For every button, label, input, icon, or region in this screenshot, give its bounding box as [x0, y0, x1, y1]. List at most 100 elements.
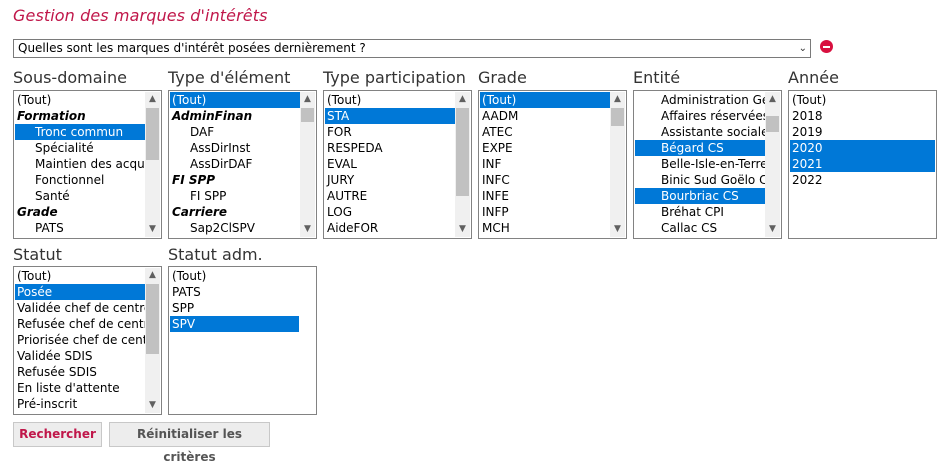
scrollbar[interactable]: ▲ ▼ [610, 92, 625, 237]
scroll-thumb[interactable] [456, 108, 469, 196]
list-option[interactable]: JURY [325, 172, 455, 188]
scrollbar[interactable]: ▲ ▼ [765, 92, 780, 237]
reset-button[interactable]: Réinitialiser les critères [109, 422, 270, 464]
list-option[interactable]: SPV [170, 316, 299, 332]
list-option[interactable]: En liste d'attente [15, 380, 145, 396]
scroll-thumb[interactable] [146, 284, 159, 354]
list-option[interactable]: Assistante sociale [635, 124, 765, 140]
list-option[interactable]: Binic Sud Goëlo CS [635, 172, 765, 188]
list-option[interactable]: INFE [480, 188, 610, 204]
list-option[interactable]: FOR [325, 124, 455, 140]
list-option[interactable]: (Tout) [170, 268, 299, 284]
sous-domaine-list[interactable]: (Tout) Formation Tronc commun Spécialité Mai… [13, 90, 162, 239]
list-option[interactable]: 2019 [790, 124, 935, 140]
list-option[interactable]: SPP [170, 300, 299, 316]
list-option[interactable]: Tronc commun [15, 124, 145, 140]
scroll-up-icon[interactable]: ▲ [145, 92, 160, 107]
list-option[interactable]: AideFOR [325, 220, 455, 236]
list-option[interactable]: Validée SDIS [15, 348, 145, 364]
list-option[interactable]: EXPE [480, 140, 610, 156]
list-option[interactable]: Posée [15, 284, 145, 300]
list-option[interactable]: 2020 [790, 140, 935, 156]
list-option[interactable]: Grade [15, 204, 145, 220]
list-option[interactable]: INFC [480, 172, 610, 188]
list-option[interactable]: PATS [15, 220, 145, 236]
scrollbar[interactable]: ▲ ▼ [145, 268, 160, 413]
search-button[interactable]: Rechercher [13, 422, 102, 447]
list-option[interactable]: AssDirInst [170, 140, 300, 156]
question-select[interactable]: Quelles sont les marques d'intérêt posée… [13, 39, 811, 58]
scroll-down-icon[interactable]: ▼ [300, 222, 315, 237]
list-option[interactable]: Callac CS [635, 220, 765, 236]
clear-question-icon[interactable] [820, 40, 833, 53]
scroll-up-icon[interactable]: ▲ [455, 92, 470, 107]
scroll-thumb[interactable] [611, 108, 624, 126]
list-option[interactable]: Pré-inscrit [15, 396, 145, 412]
list-option[interactable]: Validée chef de centre [15, 300, 145, 316]
list-option[interactable]: Refusée chef de centre [15, 316, 145, 332]
list-option[interactable]: Bégard CS [635, 140, 765, 156]
type-participation-list[interactable]: (Tout) STA FOR RESPEDA EVAL JURY AUTRE LOG AideF… [323, 90, 472, 239]
scrollbar[interactable]: ▲ ▼ [455, 92, 470, 237]
scroll-thumb[interactable] [766, 116, 779, 132]
scroll-down-icon[interactable]: ▼ [765, 222, 780, 237]
annee-list[interactable]: (Tout) 2018 2019 2020 2021 2022 [788, 90, 937, 239]
scroll-down-icon[interactable]: ▼ [145, 222, 160, 237]
list-option[interactable]: DAF [170, 124, 300, 140]
list-option[interactable]: Spécialité [15, 140, 145, 156]
list-option[interactable]: Sap2ClSPV [170, 220, 300, 236]
list-option[interactable]: ATEC [480, 124, 610, 140]
grade-list[interactable]: (Tout) AADM ATEC EXPE INF INFC INFE INFP MCH ▲ ▼ [478, 90, 627, 239]
scroll-down-icon[interactable]: ▼ [610, 222, 625, 237]
list-option[interactable]: (Tout) [15, 268, 145, 284]
list-option[interactable]: (Tout) [480, 92, 610, 108]
list-option[interactable]: (Tout) [790, 92, 935, 108]
list-option[interactable]: RESPEDA [325, 140, 455, 156]
list-option[interactable]: (Tout) [325, 92, 455, 108]
list-option[interactable]: Priorisée chef de centre [15, 332, 145, 348]
list-option[interactable]: 2022 [790, 172, 935, 188]
list-option[interactable]: INFP [480, 204, 610, 220]
list-option[interactable]: AUTRE [325, 188, 455, 204]
list-option[interactable]: AssDirDAF [170, 156, 300, 172]
list-option[interactable]: Maintien des acquis [15, 156, 145, 172]
scroll-thumb[interactable] [146, 108, 159, 160]
list-option[interactable]: STA [325, 108, 455, 124]
list-option[interactable]: Administration Générale [635, 92, 765, 108]
list-option[interactable]: Santé [15, 188, 145, 204]
list-option[interactable]: Fonctionnel [15, 172, 145, 188]
scroll-up-icon[interactable]: ▲ [765, 92, 780, 107]
list-option[interactable]: Formation [15, 108, 145, 124]
scroll-up-icon[interactable]: ▲ [300, 92, 315, 107]
list-option[interactable]: Carriere [170, 204, 300, 220]
entite-list[interactable]: Administration GénéraleAffaires réservée… [633, 90, 782, 239]
scroll-up-icon[interactable]: ▲ [610, 92, 625, 107]
list-option[interactable]: Bréhat CPI [635, 204, 765, 220]
list-option[interactable]: Refusée SDIS [15, 364, 145, 380]
scroll-up-icon[interactable]: ▲ [145, 268, 160, 283]
list-option[interactable]: Bourbriac CS [635, 188, 765, 204]
list-option[interactable]: FI SPP [170, 188, 300, 204]
list-option[interactable]: INF [480, 156, 610, 172]
list-option[interactable]: MCH [480, 220, 610, 236]
list-option[interactable]: LOG [325, 204, 455, 220]
list-option[interactable]: 2021 [790, 156, 935, 172]
statut-adm-list[interactable]: (Tout) PATS SPP SPV [168, 266, 317, 415]
chevron-down-icon[interactable]: ⌄ [799, 40, 807, 57]
scroll-down-icon[interactable]: ▼ [455, 222, 470, 237]
scrollbar[interactable]: ▲ ▼ [145, 92, 160, 237]
list-option[interactable]: Belle-Isle-en-Terre [635, 156, 765, 172]
list-option[interactable]: 2018 [790, 108, 935, 124]
list-option[interactable]: AdminFinan [170, 108, 300, 124]
list-option[interactable]: (Tout) [15, 92, 145, 108]
statut-list[interactable]: (Tout) Posée Validée chef de centre Refusée… [13, 266, 162, 415]
list-option[interactable]: EVAL [325, 156, 455, 172]
list-option[interactable]: (Tout) [170, 92, 300, 108]
list-option[interactable]: FI SPP [170, 172, 300, 188]
scroll-thumb[interactable] [301, 108, 314, 122]
scroll-down-icon[interactable]: ▼ [145, 398, 160, 413]
list-option[interactable]: AADM [480, 108, 610, 124]
list-option[interactable]: PATS [170, 284, 299, 300]
type-element-list[interactable]: (Tout) AdminFinan DAF AssDirInst AssDirDAF FI… [168, 90, 317, 239]
scrollbar[interactable]: ▲ ▼ [300, 92, 315, 237]
